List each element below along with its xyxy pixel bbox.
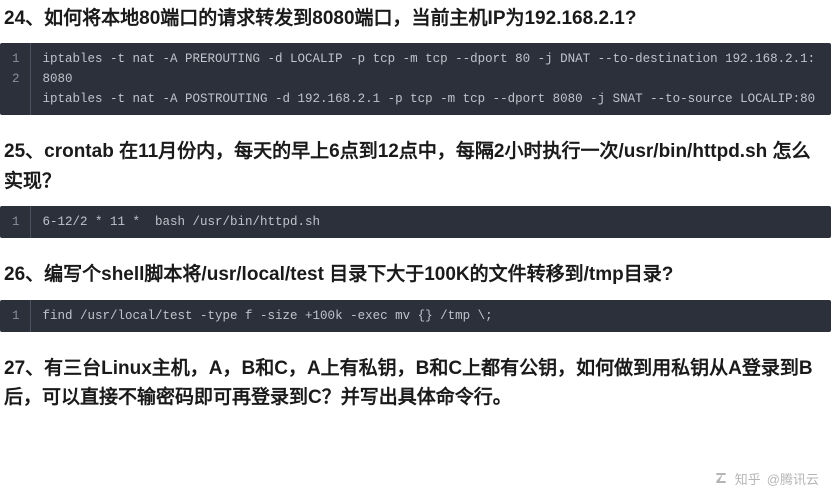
question-heading: 26、编写个shell脚本将/usr/local/test 目录下大于100K的…: [0, 256, 831, 299]
question-heading: 27、有三台Linux主机，A，B和C，A上有私钥，B和C上都有公钥，如何做到用…: [0, 350, 831, 423]
qa-section: 26、编写个shell脚本将/usr/local/test 目录下大于100K的…: [0, 256, 831, 331]
code-block: 12 iptables -t nat -A PREROUTING -d LOCAL…: [0, 43, 831, 115]
qa-section: 25、crontab 在11月份内，每天的早上6点到12点中，每隔2小时执行一次…: [0, 133, 831, 238]
line-number: 1: [12, 212, 20, 232]
code-line: iptables -t nat -A POSTROUTING -d 192.16…: [43, 89, 819, 109]
code-block: 1 find /usr/local/test -type f -size +100…: [0, 300, 831, 332]
qa-section: 24、如何将本地80端口的请求转发到8080端口，当前主机IP为192.168.…: [0, 0, 831, 115]
watermark-author: @腾讯云: [767, 469, 819, 488]
line-number-gutter: 1: [0, 206, 31, 238]
question-heading: 24、如何将本地80端口的请求转发到8080端口，当前主机IP为192.168.…: [0, 0, 831, 43]
code-block: 1 6-12/2 * 11 * bash /usr/bin/httpd.sh: [0, 206, 831, 238]
qa-section: 27、有三台Linux主机，A，B和C，A上有私钥，B和C上都有公钥，如何做到用…: [0, 350, 831, 423]
watermark-brand: 知乎: [735, 469, 761, 488]
line-number: 1: [12, 306, 20, 326]
code-content: iptables -t nat -A PREROUTING -d LOCALIP…: [31, 43, 831, 115]
code-line: find /usr/local/test -type f -size +100k…: [43, 306, 819, 326]
code-content: 6-12/2 * 11 * bash /usr/bin/httpd.sh: [31, 206, 831, 238]
line-number-gutter: 1: [0, 300, 31, 332]
line-number: 1: [12, 49, 20, 69]
line-number: 2: [12, 69, 20, 89]
zhihu-icon: [713, 471, 729, 487]
code-line: iptables -t nat -A PREROUTING -d LOCALIP…: [43, 49, 819, 89]
code-line: 6-12/2 * 11 * bash /usr/bin/httpd.sh: [43, 212, 819, 232]
question-heading: 25、crontab 在11月份内，每天的早上6点到12点中，每隔2小时执行一次…: [0, 133, 831, 206]
line-number-gutter: 12: [0, 43, 31, 115]
code-content: find /usr/local/test -type f -size +100k…: [31, 300, 831, 332]
watermark: 知乎 @腾讯云: [713, 469, 819, 488]
